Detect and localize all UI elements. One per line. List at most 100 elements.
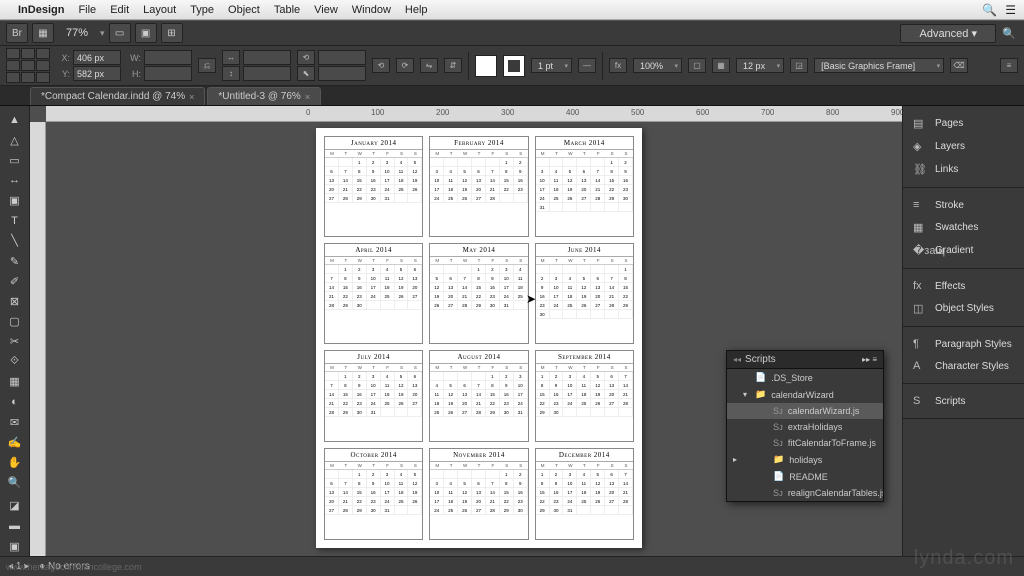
notification-center-icon[interactable]: ☰ — [1005, 3, 1016, 17]
y-field[interactable]: 582 px — [73, 66, 121, 81]
apply-color-icon[interactable]: ▬ — [3, 517, 27, 535]
script-item[interactable]: ▸📁holidays — [727, 451, 883, 468]
drop-shadow-icon[interactable]: ▢ — [688, 58, 706, 73]
panel-effects[interactable]: fxEffects — [903, 275, 1024, 297]
panel-swatches[interactable]: ▦Swatches — [903, 216, 1024, 239]
page-tool-icon[interactable]: ▭ — [3, 151, 27, 169]
script-item[interactable]: 📄README — [727, 468, 883, 485]
panel-scripts[interactable]: SScripts — [903, 390, 1024, 412]
h-field[interactable] — [144, 66, 192, 81]
rotate-90-ccw-icon[interactable]: ⟲ — [372, 58, 390, 73]
corner-size[interactable]: 12 px — [736, 58, 784, 73]
search-icon[interactable]: 🔍 — [1000, 24, 1018, 42]
document-page[interactable]: January 2014MTWTFSS123456789101112131415… — [316, 128, 642, 548]
opacity[interactable]: 100% — [633, 58, 682, 73]
panel-stroke[interactable]: ≡Stroke — [903, 194, 1024, 216]
close-tab-icon[interactable]: × — [189, 92, 194, 102]
scale-x-icon[interactable]: ↔ — [222, 50, 240, 65]
zoom-tool-icon[interactable]: 🔍 — [3, 474, 27, 492]
scripts-panel[interactable]: ◂◂ Scripts ▸▸ ≡ 📄.DS_Store▾📁calendarWiza… — [726, 350, 884, 502]
disclosure-icon[interactable]: ▾ — [743, 390, 747, 399]
menu-help[interactable]: Help — [405, 4, 428, 16]
x-field[interactable]: 406 px — [73, 50, 121, 65]
menu-type[interactable]: Type — [190, 4, 214, 16]
flip-h-icon[interactable]: ⇋ — [420, 58, 438, 73]
script-item[interactable]: SᴊfitCalendarToFrame.js — [727, 435, 883, 451]
panel-pages[interactable]: ▤Pages — [903, 112, 1024, 135]
panel-character-styles[interactable]: ACharacter Styles — [903, 355, 1024, 377]
zoom-level[interactable]: 77% — [58, 27, 96, 39]
screen-mode-tool-icon[interactable]: ▣ — [3, 537, 27, 555]
eyedropper-tool-icon[interactable]: ✍ — [3, 433, 27, 451]
content-collector-icon[interactable]: ▣ — [3, 192, 27, 210]
menu-table[interactable]: Table — [274, 4, 300, 16]
constrain-icon[interactable]: ⎌ — [198, 58, 216, 73]
document-tab[interactable]: *Compact Calendar.indd @ 74%× — [30, 87, 205, 105]
script-item[interactable]: SᴊrealignCalendarTables.js — [727, 485, 883, 501]
menu-view[interactable]: View — [314, 4, 338, 16]
clear-overrides-icon[interactable]: ⌫ — [950, 58, 968, 73]
app-name[interactable]: InDesign — [18, 4, 64, 16]
w-field[interactable] — [144, 50, 192, 65]
menu-edit[interactable]: Edit — [110, 4, 129, 16]
panel-gradient[interactable]: �защGradient — [903, 239, 1024, 262]
menu-layout[interactable]: Layout — [143, 4, 176, 16]
object-style[interactable]: [Basic Graphics Frame] — [814, 58, 944, 73]
spotlight-icon[interactable]: 🔍 — [982, 3, 997, 17]
effects-icon[interactable]: fx — [609, 58, 627, 73]
script-item[interactable]: SᴊcalendarWizard.js — [727, 403, 883, 419]
panel-menu-icon[interactable]: ▸▸ ≡ — [862, 355, 877, 364]
screen-mode-icon[interactable]: ▣ — [135, 23, 157, 43]
free-transform-tool-icon[interactable]: ⟐ — [3, 353, 27, 371]
menu-window[interactable]: Window — [352, 4, 391, 16]
control-menu-icon[interactable]: ≡ — [1000, 58, 1018, 73]
corner-options-icon[interactable]: ◲ — [790, 58, 808, 73]
gradient-feather-tool-icon[interactable]: ◐ — [3, 393, 27, 411]
gradient-swatch-tool-icon[interactable]: ▦ — [3, 373, 27, 391]
stroke-style-icon[interactable]: — — [578, 58, 596, 73]
reference-point[interactable] — [6, 48, 50, 83]
toolbox: ▲ △ ▭ ↔ ▣ T ╲ ✎ ✐ ⊠ ▢ ✂ ⟐ ▦ ◐ ✉ ✍ ✋ 🔍 ◪ … — [0, 106, 30, 556]
line-tool-icon[interactable]: ╲ — [3, 232, 27, 250]
scissors-tool-icon[interactable]: ✂ — [3, 333, 27, 351]
menu-object[interactable]: Object — [228, 4, 260, 16]
hand-tool-icon[interactable]: ✋ — [3, 453, 27, 471]
script-item[interactable]: 📄.DS_Store — [727, 369, 883, 386]
stock-icon[interactable]: ▦ — [32, 23, 54, 43]
workspace-switcher[interactable]: Advanced ▾ — [900, 24, 996, 43]
rotate-90-cw-icon[interactable]: ⟳ — [396, 58, 414, 73]
panel-layers[interactable]: ◈Layers — [903, 135, 1024, 158]
type-tool-icon[interactable]: T — [3, 212, 27, 230]
stroke-swatch[interactable] — [503, 55, 525, 77]
document-tab[interactable]: *Untitled-3 @ 76%× — [207, 87, 321, 105]
text-wrap-icon[interactable]: ▦ — [712, 58, 730, 73]
panel-links[interactable]: ⛓Links — [903, 158, 1024, 181]
disclosure-icon[interactable]: ▸ — [733, 455, 737, 464]
pen-tool-icon[interactable]: ✎ — [3, 252, 27, 270]
rotate-icon[interactable]: ⟲ — [297, 50, 315, 65]
collapse-icon[interactable]: ◂◂ — [733, 355, 741, 364]
menu-file[interactable]: File — [78, 4, 96, 16]
rectangle-tool-icon[interactable]: ▢ — [3, 312, 27, 330]
note-tool-icon[interactable]: ✉ — [3, 413, 27, 431]
bridge-icon[interactable]: Br — [6, 23, 28, 43]
script-item[interactable]: SᴊextraHolidays — [727, 419, 883, 435]
shear-icon[interactable]: ⬉ — [297, 66, 315, 81]
fill-swatch[interactable] — [475, 55, 497, 77]
rectangle-frame-tool-icon[interactable]: ⊠ — [3, 292, 27, 310]
direct-selection-tool-icon[interactable]: △ — [3, 131, 27, 149]
scale-y-icon[interactable]: ↕ — [222, 66, 240, 81]
panel-paragraph-styles[interactable]: ¶Paragraph Styles — [903, 333, 1024, 355]
fill-stroke-icon[interactable]: ◪ — [3, 497, 27, 515]
gap-tool-icon[interactable]: ↔ — [3, 171, 27, 189]
script-item[interactable]: ▾📁calendarWizard — [727, 386, 883, 403]
panel-object-styles[interactable]: ◫Object Styles — [903, 297, 1024, 320]
selection-tool-icon[interactable]: ▲ — [3, 111, 27, 129]
stroke-weight[interactable]: 1 pt — [531, 58, 572, 73]
document-tabs: *Compact Calendar.indd @ 74%× *Untitled-… — [0, 86, 1024, 106]
pencil-tool-icon[interactable]: ✐ — [3, 272, 27, 290]
arrange-icon[interactable]: ⊞ — [161, 23, 183, 43]
flip-v-icon[interactable]: ⇵ — [444, 58, 462, 73]
close-tab-icon[interactable]: × — [305, 92, 310, 102]
view-options-icon[interactable]: ▭ — [109, 23, 131, 43]
